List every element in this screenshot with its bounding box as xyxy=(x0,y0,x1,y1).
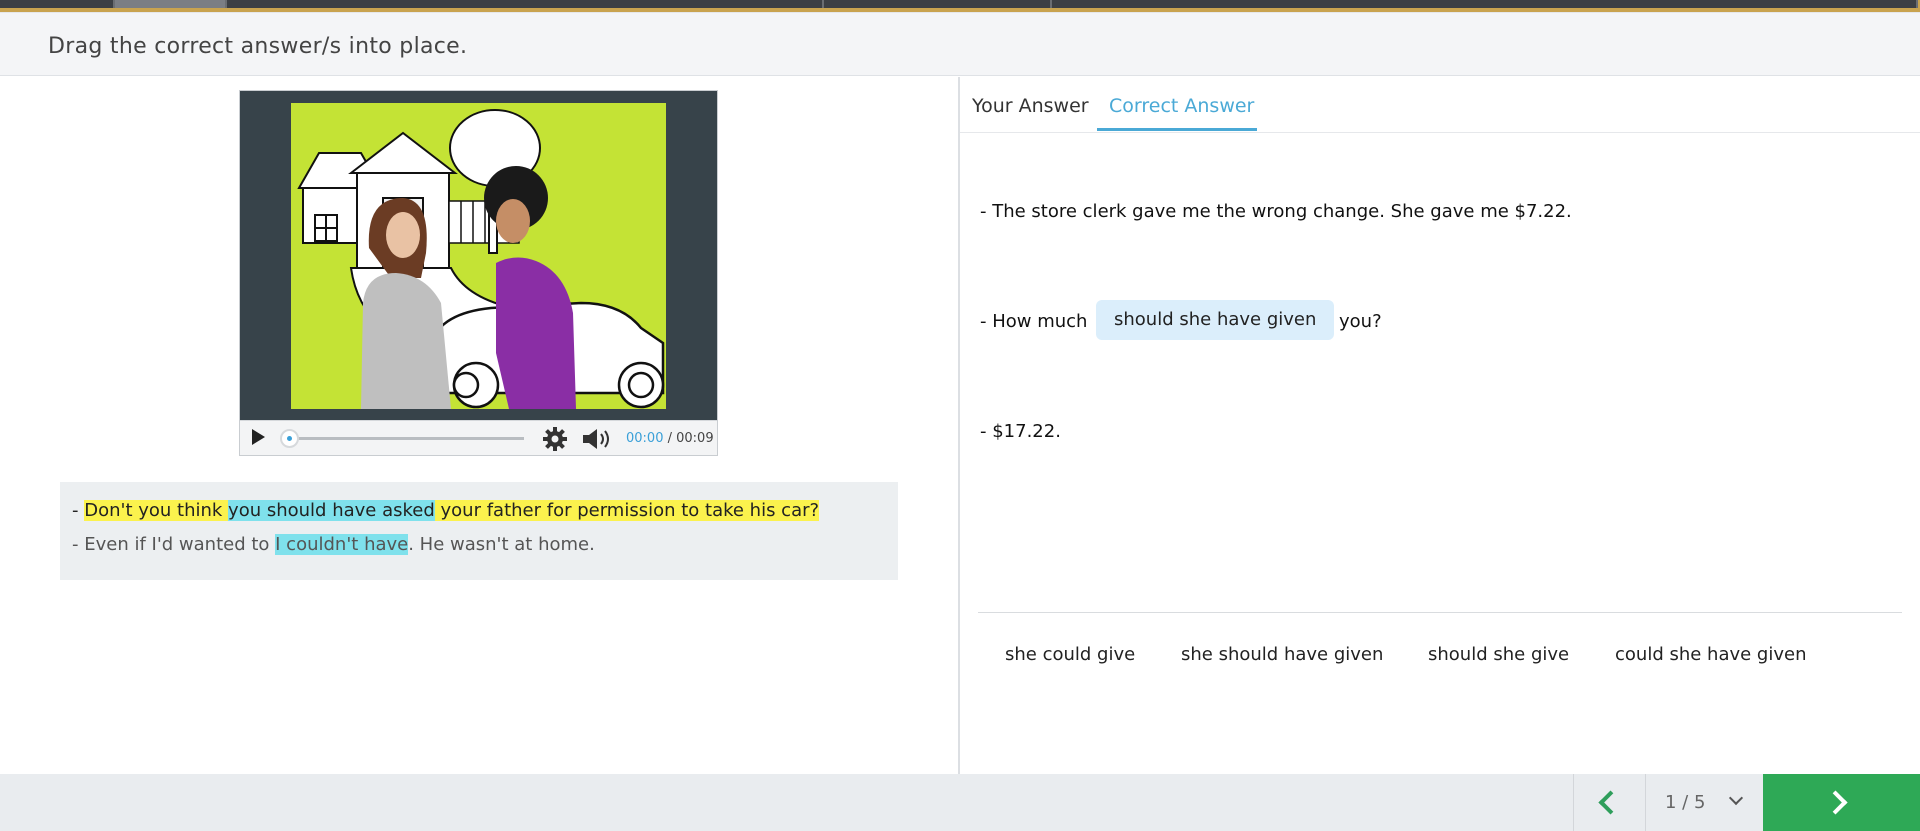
transcript-highlight: you should have asked xyxy=(228,500,435,521)
seek-track[interactable] xyxy=(290,437,524,440)
answer-option[interactable]: she could give xyxy=(1005,644,1135,665)
line-prefix: - xyxy=(72,500,85,521)
progress-segment xyxy=(1052,0,1918,8)
time-separator: / xyxy=(663,431,677,446)
current-time: 00:00 xyxy=(626,431,664,446)
transcript-box: - Don't you think you should have asked … xyxy=(60,482,898,580)
page-label: 1 / 5 xyxy=(1665,792,1706,813)
gear-icon[interactable] xyxy=(542,426,568,452)
progress-segment-active xyxy=(115,0,227,8)
answer-option[interactable]: she should have given xyxy=(1181,644,1383,665)
progress-segment xyxy=(227,0,824,8)
page-selector[interactable]: 1 / 5 xyxy=(1645,774,1763,831)
transcript-highlight: I couldn't have xyxy=(275,534,409,555)
video-player[interactable]: 00:00 / 00:09 xyxy=(239,90,718,456)
instruction-text: Drag the correct answer/s into place. xyxy=(48,34,468,59)
options-divider xyxy=(978,612,1902,613)
question-line-2-end: you? xyxy=(1339,311,1382,332)
answer-tabs: Your Answer Correct Answer xyxy=(960,77,1920,133)
next-button[interactable] xyxy=(1763,774,1920,831)
play-icon[interactable] xyxy=(252,429,265,445)
seek-handle[interactable] xyxy=(280,429,299,448)
panel-divider xyxy=(958,77,960,774)
volume-icon[interactable] xyxy=(581,427,615,451)
transcript-text: Don't you think xyxy=(84,500,229,521)
answer-drop-slot[interactable]: should she have given xyxy=(1096,300,1335,340)
progress-segment xyxy=(824,0,1052,8)
video-thumbnail-illustration xyxy=(291,103,666,409)
question-line-2-start: - How much xyxy=(980,311,1088,332)
transcript-text: your father for permission to take his c… xyxy=(434,500,820,521)
previous-button[interactable] xyxy=(1573,774,1645,831)
progress-strip xyxy=(0,0,1920,12)
transcript-line-2: - Even if I'd wanted to I couldn't have.… xyxy=(72,534,595,555)
left-panel: 00:00 / 00:09 - Don't you think you shou… xyxy=(0,77,958,774)
answer-option[interactable]: could she have given xyxy=(1615,644,1807,665)
question-line-1: - The store clerk gave me the wrong chan… xyxy=(980,201,1572,222)
transcript-text: - Even if I'd wanted to xyxy=(72,534,276,555)
bottom-nav-bar: 1 / 5 xyxy=(0,774,1920,831)
chevron-down-icon xyxy=(1728,790,1744,806)
question-line-3: - $17.22. xyxy=(980,421,1061,442)
video-controls: 00:00 / 00:09 xyxy=(240,420,717,455)
instruction-bar: Drag the correct answer/s into place. xyxy=(0,12,1920,76)
video-frame[interactable] xyxy=(291,103,666,409)
transcript-text: . He wasn't at home. xyxy=(408,534,595,555)
progress-segment xyxy=(0,0,115,8)
active-tab-indicator xyxy=(1097,128,1257,131)
tab-your-answer[interactable]: Your Answer xyxy=(972,95,1089,117)
duration: 00:09 xyxy=(676,431,714,446)
tab-correct-answer[interactable]: Correct Answer xyxy=(1109,95,1254,117)
time-display: 00:00 / 00:09 xyxy=(626,431,714,446)
transcript-line-1: - Don't you think you should have asked … xyxy=(72,500,820,521)
answer-option[interactable]: should she give xyxy=(1428,644,1569,665)
